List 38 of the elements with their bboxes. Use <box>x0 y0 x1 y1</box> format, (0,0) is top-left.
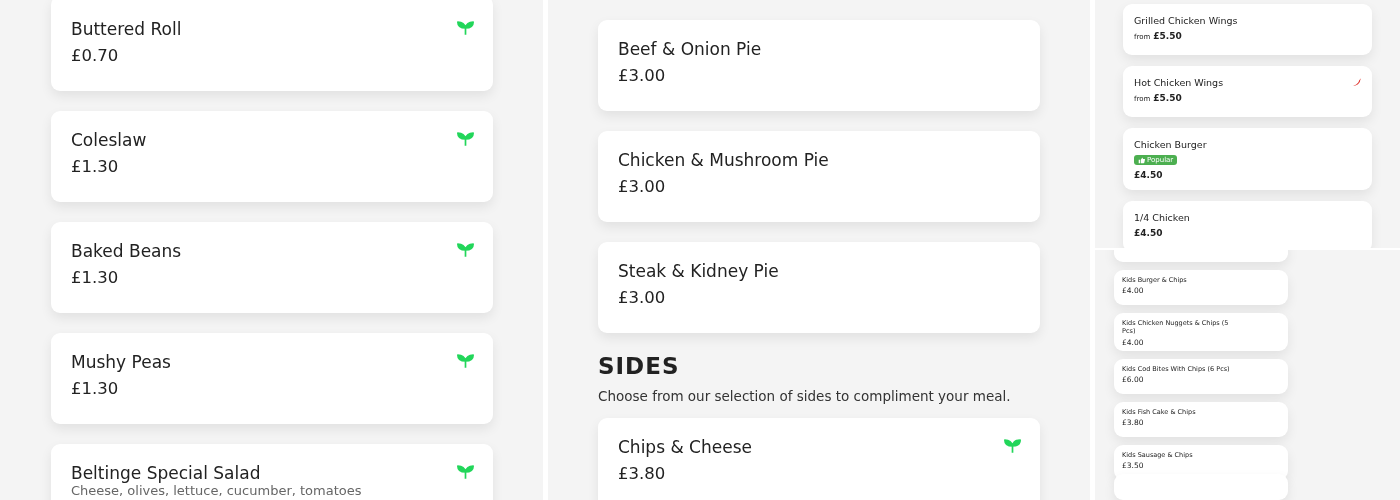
item-name: Baked Beans <box>71 241 182 261</box>
menu-item-card[interactable]: Mushy Peas £1.30 <box>51 333 493 424</box>
item-description: Cheese, olives, lettuce, cucumber, tomatoes <box>71 484 363 498</box>
menu-item-card[interactable]: Steak & Kidney Pie £3.00 <box>598 242 1040 333</box>
item-price: £3.00 <box>618 66 667 85</box>
item-price: £3.00 <box>618 177 667 196</box>
item-price: £0.70 <box>71 46 120 65</box>
item-name: Chicken Burger <box>1134 139 1207 150</box>
section-heading: SIDES <box>598 353 681 379</box>
item-price: £1.30 <box>71 379 120 398</box>
menu-item-card[interactable]: Beef & Onion Pie £3.00 <box>598 20 1040 111</box>
menu-item-card[interactable]: Beltinge Special Salad Cheese, olives, lettuce, cucumber, tomatoes <box>51 444 493 500</box>
item-name: Grilled Chicken Wings <box>1134 15 1238 26</box>
menu-item-card[interactable]: Chips & Cheese £3.80 <box>598 418 1040 500</box>
item-name: Coleslaw <box>71 130 147 150</box>
item-price: £3.00 <box>618 288 667 307</box>
item-name: Buttered Roll <box>71 19 182 39</box>
item-price: £1.30 <box>71 268 120 287</box>
item-name: Chicken & Mushroom Pie <box>618 150 829 170</box>
menu-item-card[interactable]: Chicken & Mushroom Pie £3.00 <box>598 131 1040 222</box>
item-name: Beltinge Special Salad <box>71 463 261 483</box>
item-name: Beef & Onion Pie <box>618 39 762 59</box>
item-price: £5.50 <box>1153 93 1182 103</box>
menu-item-card[interactable]: Buttered Roll £0.70 <box>51 0 493 91</box>
item-name: 1/4 Chicken <box>1134 212 1190 223</box>
item-name: Chips & Cheese <box>618 437 752 457</box>
menu-item-card[interactable]: Coleslaw £1.30 <box>51 111 493 202</box>
item-price: £5.50 <box>1153 31 1182 41</box>
item-name: Mushy Peas <box>71 352 171 372</box>
item-price: £1.30 <box>71 157 120 176</box>
item-price: £3.80 <box>618 464 667 483</box>
section-description: Choose from our selection of sides to compliment your meal. <box>598 388 1012 404</box>
menu-item-card[interactable]: 1/4 Chicken £4.50 <box>1123 201 1372 248</box>
item-name: Hot Chicken Wings <box>1134 77 1224 88</box>
item-price: £4.50 <box>1134 170 1163 180</box>
item-name: Steak & Kidney Pie <box>618 261 779 281</box>
item-price: £4.50 <box>1134 228 1163 238</box>
menu-item-card[interactable]: Baked Beans £1.30 <box>51 222 493 313</box>
